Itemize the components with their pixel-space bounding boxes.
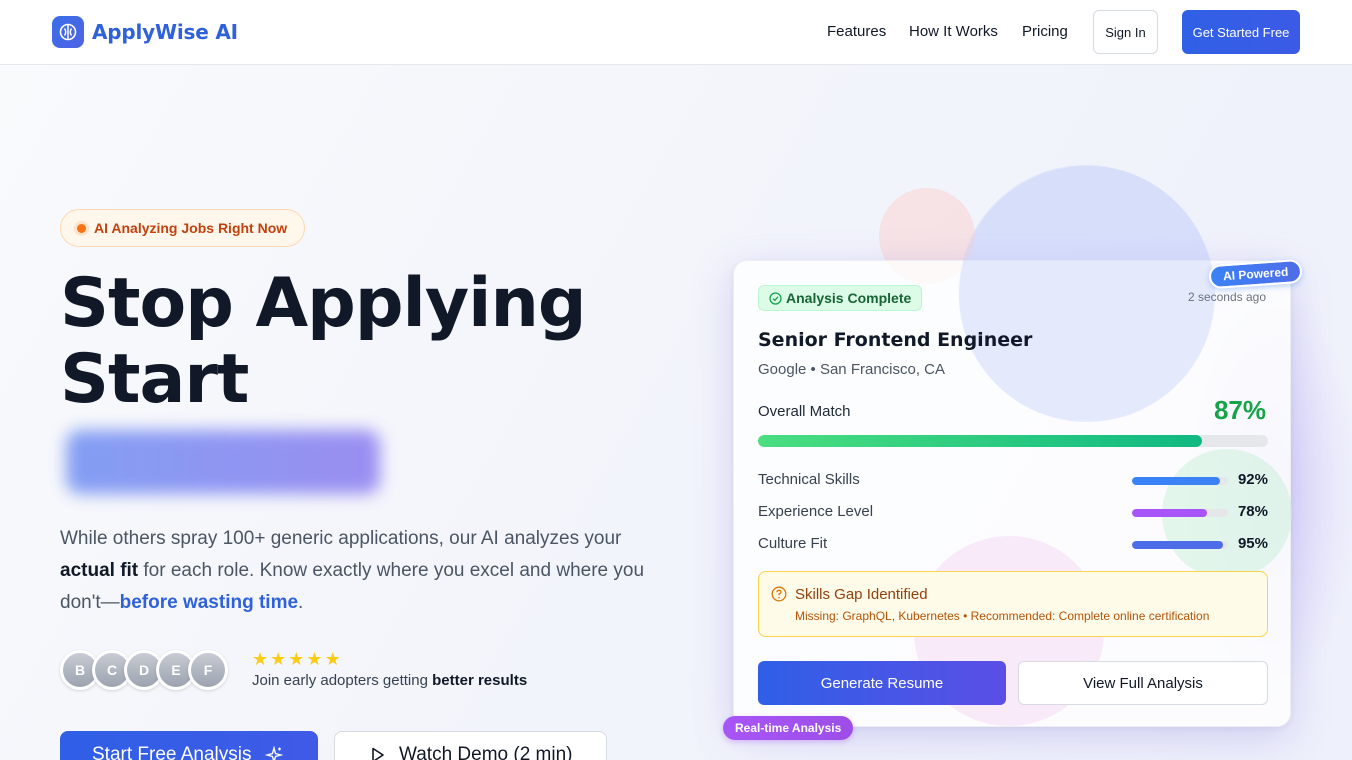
sparkles-icon: [265, 746, 284, 760]
rating-stars: ★ ★ ★ ★ ★: [252, 649, 343, 669]
skill-label: Culture Fit: [758, 535, 828, 552]
watch-demo-label: Watch Demo (2 min): [399, 744, 573, 760]
social-proof-text: Join early adopters getting better resul…: [252, 672, 527, 689]
skills-gap-alert: Skills Gap Identified Missing: GraphQL, …: [758, 571, 1268, 637]
analysis-timestamp: 2 seconds ago: [1187, 290, 1266, 304]
skill-value: 78%: [1237, 503, 1268, 520]
nav-link-how-it-works[interactable]: How It Works: [909, 23, 998, 40]
live-status-text: AI Analyzing Jobs Right Now: [94, 220, 288, 236]
play-icon: [372, 747, 384, 760]
star-icon: ★: [252, 649, 269, 669]
skill-bar-fill: [1132, 541, 1224, 549]
blurred-headline-word: [66, 430, 380, 494]
check-circle-icon: [769, 291, 782, 305]
overall-match-bar: [758, 435, 1268, 447]
skill-bar-fill: [1132, 477, 1221, 485]
star-icon: ★: [288, 649, 305, 669]
desc-part3: .: [298, 592, 304, 613]
social-prefix: Join early adopters getting: [252, 672, 433, 689]
skill-bar: [1132, 509, 1228, 517]
skill-bar: [1132, 541, 1228, 549]
get-started-button[interactable]: Get Started Free: [1182, 10, 1300, 54]
start-analysis-label: Start Free Analysis: [92, 744, 252, 760]
desc-bold: actual fit: [60, 560, 139, 581]
skills-gap-detail: Missing: GraphQL, Kubernetes • Recommend…: [795, 609, 1210, 623]
skill-row-technical: Technical Skills 92%: [758, 471, 1268, 491]
desc-highlight: before wasting time: [119, 592, 299, 613]
overall-match-value: 87%: [1213, 395, 1266, 425]
hero-description: While others spray 100+ generic applicat…: [60, 523, 680, 619]
skill-label: Technical Skills: [758, 471, 860, 488]
skill-row-culture: Culture Fit 95%: [758, 535, 1268, 555]
start-analysis-button[interactable]: Start Free Analysis: [60, 731, 318, 760]
skill-value: 95%: [1237, 535, 1268, 552]
live-dot-icon: [77, 223, 86, 233]
hero-headline-line1: Stop Applying: [60, 264, 587, 343]
card-decor-blob-blue: [959, 166, 1215, 422]
analysis-status-text: Analysis Complete: [786, 290, 912, 306]
generate-resume-button[interactable]: Generate Resume: [758, 661, 1006, 705]
watch-demo-button[interactable]: Watch Demo (2 min): [334, 731, 607, 760]
brand-logo[interactable]: ApplyWise AI: [52, 16, 238, 48]
question-circle-icon: [771, 586, 787, 602]
social-bold: better results: [432, 672, 528, 689]
sign-in-button[interactable]: Sign In: [1093, 10, 1158, 54]
realtime-analysis-badge: Real-time Analysis: [723, 716, 854, 740]
analysis-status-badge: Analysis Complete: [758, 285, 923, 311]
skill-value: 92%: [1237, 471, 1268, 488]
overall-match-bar-fill: [758, 435, 1202, 447]
skill-bar-fill: [1132, 509, 1207, 517]
job-company-location: Google • San Francisco, CA: [758, 361, 946, 378]
skills-gap-title: Skills Gap Identified: [795, 586, 928, 603]
avatar: F: [188, 650, 228, 690]
nav-link-features[interactable]: Features: [827, 23, 886, 40]
hero-headline-line2: Start: [60, 340, 249, 419]
job-title: Senior Frontend Engineer: [758, 329, 1033, 351]
brand-name: ApplyWise AI: [92, 20, 238, 44]
top-navbar: ApplyWise AI Features How It Works Prici…: [0, 0, 1352, 65]
star-icon: ★: [270, 649, 287, 669]
skill-label: Experience Level: [758, 503, 874, 520]
live-status-badge: AI Analyzing Jobs Right Now: [60, 209, 305, 247]
brain-icon: [52, 16, 84, 48]
user-avatars: B C D E F: [60, 650, 228, 690]
desc-part1: While others spray 100+ generic applicat…: [60, 528, 622, 549]
hero-headline: Stop Applying Start: [60, 264, 587, 419]
skill-row-experience: Experience Level 78%: [758, 503, 1268, 523]
nav-link-pricing[interactable]: Pricing: [1022, 23, 1068, 40]
star-icon: ★: [324, 649, 341, 669]
overall-match-label: Overall Match: [758, 403, 851, 420]
analysis-card: Analysis Complete 2 seconds ago Senior F…: [733, 166, 1292, 727]
star-icon: ★: [306, 649, 323, 669]
skill-bar: [1132, 477, 1228, 485]
view-full-analysis-button[interactable]: View Full Analysis: [1018, 661, 1268, 705]
